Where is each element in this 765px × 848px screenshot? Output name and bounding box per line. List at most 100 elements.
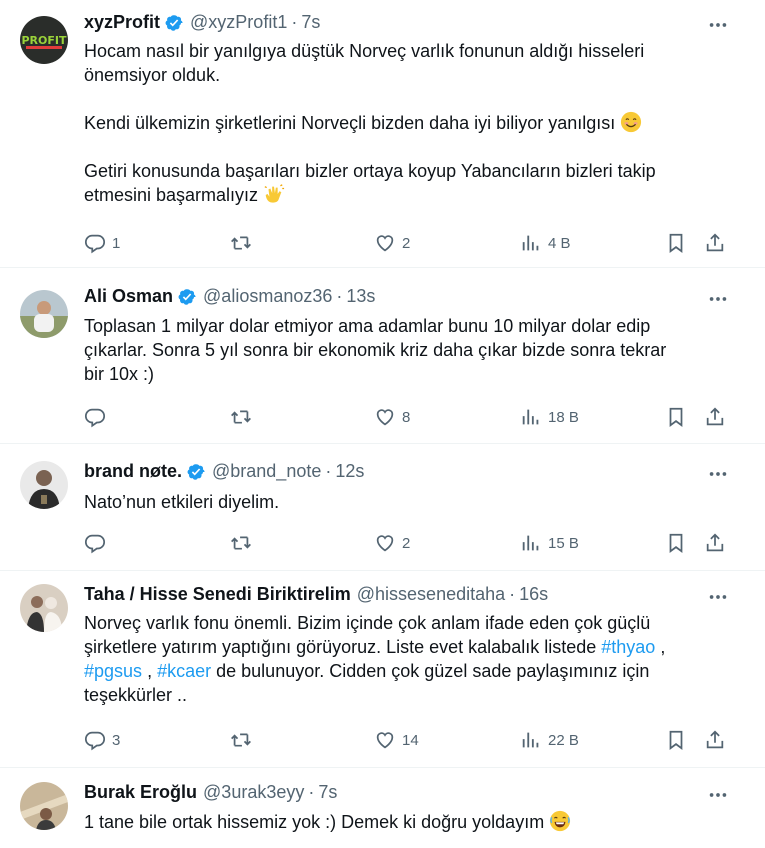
text-segment: , [660, 637, 666, 657]
views-button[interactable]: 4 B [520, 231, 571, 255]
tweet[interactable]: Taha / Hisse Senedi Biriktirelim @hisses… [0, 571, 765, 768]
bookmark-icon [665, 406, 687, 428]
share-button[interactable] [704, 531, 726, 555]
tweet[interactable]: PROFIT xyzProfit @xyzProfit1 · 7s Hocam … [0, 0, 765, 268]
bookmark-button[interactable] [665, 531, 687, 555]
more-icon[interactable] [707, 14, 729, 36]
text-segment: de bulunuyor. Cidden çok güzel sade payl… [216, 661, 650, 681]
tweet-actions: 3 14 22 B [84, 728, 734, 752]
avatar[interactable] [20, 782, 68, 830]
retweet-icon [230, 729, 252, 751]
reply-button[interactable]: 1 [84, 231, 120, 255]
more-icon[interactable] [707, 463, 729, 485]
like-button[interactable]: 14 [374, 728, 419, 752]
text-line: Hocam nasıl bir yanılgıya düştük Norveç … [84, 41, 645, 61]
retweet-icon [230, 532, 252, 554]
author-name[interactable]: Ali Osman [84, 286, 173, 307]
retweet-button[interactable] [230, 531, 258, 555]
views-button[interactable]: 15 B [520, 531, 579, 555]
author-handle[interactable]: @3urak3eyy [203, 782, 304, 803]
author-name[interactable]: Taha / Hisse Senedi Biriktirelim [84, 584, 351, 605]
avatar-logo-text: PROFIT [22, 34, 67, 47]
like-count: 2 [402, 234, 411, 252]
text-line: teşekkürler .. [84, 685, 188, 705]
tweet-text: Hocam nasıl bir yanılgıya düştük Norveç … [84, 39, 729, 207]
tweet-text: Norveç varlık fonu önemli. Bizim içinde … [84, 611, 729, 707]
bookmark-button[interactable] [665, 405, 687, 429]
hashtag-link[interactable]: #pgsus [84, 661, 142, 681]
timestamp[interactable]: 16s [519, 584, 548, 605]
text-line: bir 10x :) [84, 364, 155, 384]
like-count: 2 [402, 534, 411, 552]
smiling-face-emoji [620, 111, 642, 133]
reply-button[interactable] [84, 405, 112, 429]
reply-count: 1 [112, 234, 121, 252]
views-button[interactable]: 22 B [520, 728, 579, 752]
retweet-icon [230, 406, 252, 428]
tweet-header: brand nøte. @brand_note · 12s [84, 461, 364, 482]
views-icon [520, 406, 542, 428]
bookmark-button[interactable] [665, 231, 687, 255]
text-line: çıkarlar. Sonra 5 yıl sonra bir ekonomik… [84, 340, 667, 360]
text-line: #pgsus , #kcaer de bulunuyor. Cidden çok… [84, 659, 729, 683]
author-handle[interactable]: @brand_note [212, 461, 321, 482]
like-button[interactable]: 8 [374, 405, 410, 429]
share-icon [704, 729, 726, 751]
avatar[interactable] [20, 584, 68, 632]
retweet-button[interactable] [230, 728, 258, 752]
text-segment: etmesini başarmalıyız [84, 185, 259, 205]
author-name[interactable]: Burak Eroğlu [84, 782, 197, 803]
waving-hand-emoji [263, 183, 285, 205]
text-line: Getiri konusunda başarıları bizler ortay… [84, 161, 656, 181]
tweet-actions: 8 18 B [84, 405, 734, 429]
share-button[interactable] [704, 231, 726, 255]
author-name[interactable]: xyzProfit [84, 12, 160, 33]
tweet[interactable]: brand nøte. @brand_note · 12s Nato’nun e… [0, 444, 765, 571]
author-handle[interactable]: @xyzProfit1 [190, 12, 287, 33]
timestamp[interactable]: 7s [318, 782, 337, 803]
author-handle[interactable]: @aliosmanoz36 [203, 286, 332, 307]
retweet-button[interactable] [230, 405, 258, 429]
reply-button[interactable] [84, 531, 112, 555]
tweet-header: Burak Eroğlu @3urak3eyy · 7s [84, 782, 337, 803]
share-button[interactable] [704, 405, 726, 429]
retweet-button[interactable] [230, 231, 258, 255]
text-segment: 1 tane bile ortak hissemiz yok :) Demek … [84, 812, 545, 832]
share-button[interactable] [704, 728, 726, 752]
hashtag-link[interactable]: #thyao [601, 637, 655, 657]
tweet-header: Taha / Hisse Senedi Biriktirelim @hisses… [84, 584, 548, 605]
tweet-header: xyzProfit @xyzProfit1 · 7s [84, 12, 320, 33]
hashtag-link[interactable]: #kcaer [157, 661, 211, 681]
like-button[interactable]: 2 [374, 231, 410, 255]
separator-dot: · [336, 286, 343, 306]
text-line: Kendi ülkemizin şirketlerini Norveçli bi… [84, 111, 729, 135]
more-icon[interactable] [707, 784, 729, 806]
more-icon[interactable] [707, 586, 729, 608]
retweet-icon [230, 232, 252, 254]
avatar[interactable] [20, 461, 68, 509]
reply-icon [84, 532, 106, 554]
text-line: şirketlere yatırım yaptığını görüyoruz. … [84, 635, 729, 659]
author-name[interactable]: brand nøte. [84, 461, 182, 482]
author-handle[interactable]: @hisseseneditaha [357, 584, 505, 605]
tweet[interactable]: Burak Eroğlu @3urak3eyy · 7s 1 tane bile… [0, 768, 765, 848]
timeline-feed: PROFIT xyzProfit @xyzProfit1 · 7s Hocam … [0, 0, 765, 848]
tweet-text: 1 tane bile ortak hissemiz yok :) Demek … [84, 810, 729, 834]
like-button[interactable]: 2 [374, 531, 410, 555]
views-icon [520, 729, 542, 751]
timestamp[interactable]: 7s [301, 12, 320, 33]
timestamp[interactable]: 12s [335, 461, 364, 482]
views-button[interactable]: 18 B [520, 405, 579, 429]
text-segment: , [147, 661, 153, 681]
reply-button[interactable]: 3 [84, 728, 120, 752]
avatar[interactable]: PROFIT [20, 16, 68, 64]
avatar[interactable] [20, 290, 68, 338]
tweet[interactable]: Ali Osman @aliosmanoz36 · 13s Toplasan 1… [0, 268, 765, 444]
more-icon[interactable] [707, 288, 729, 310]
tweet-header: Ali Osman @aliosmanoz36 · 13s [84, 286, 375, 307]
views-icon [520, 532, 542, 554]
bookmark-button[interactable] [665, 728, 687, 752]
text-segment: şirketlere yatırım yaptığını görüyoruz. … [84, 637, 597, 657]
timestamp[interactable]: 13s [346, 286, 375, 307]
text-segment: Kendi ülkemizin şirketlerini Norveçli bi… [84, 113, 616, 133]
